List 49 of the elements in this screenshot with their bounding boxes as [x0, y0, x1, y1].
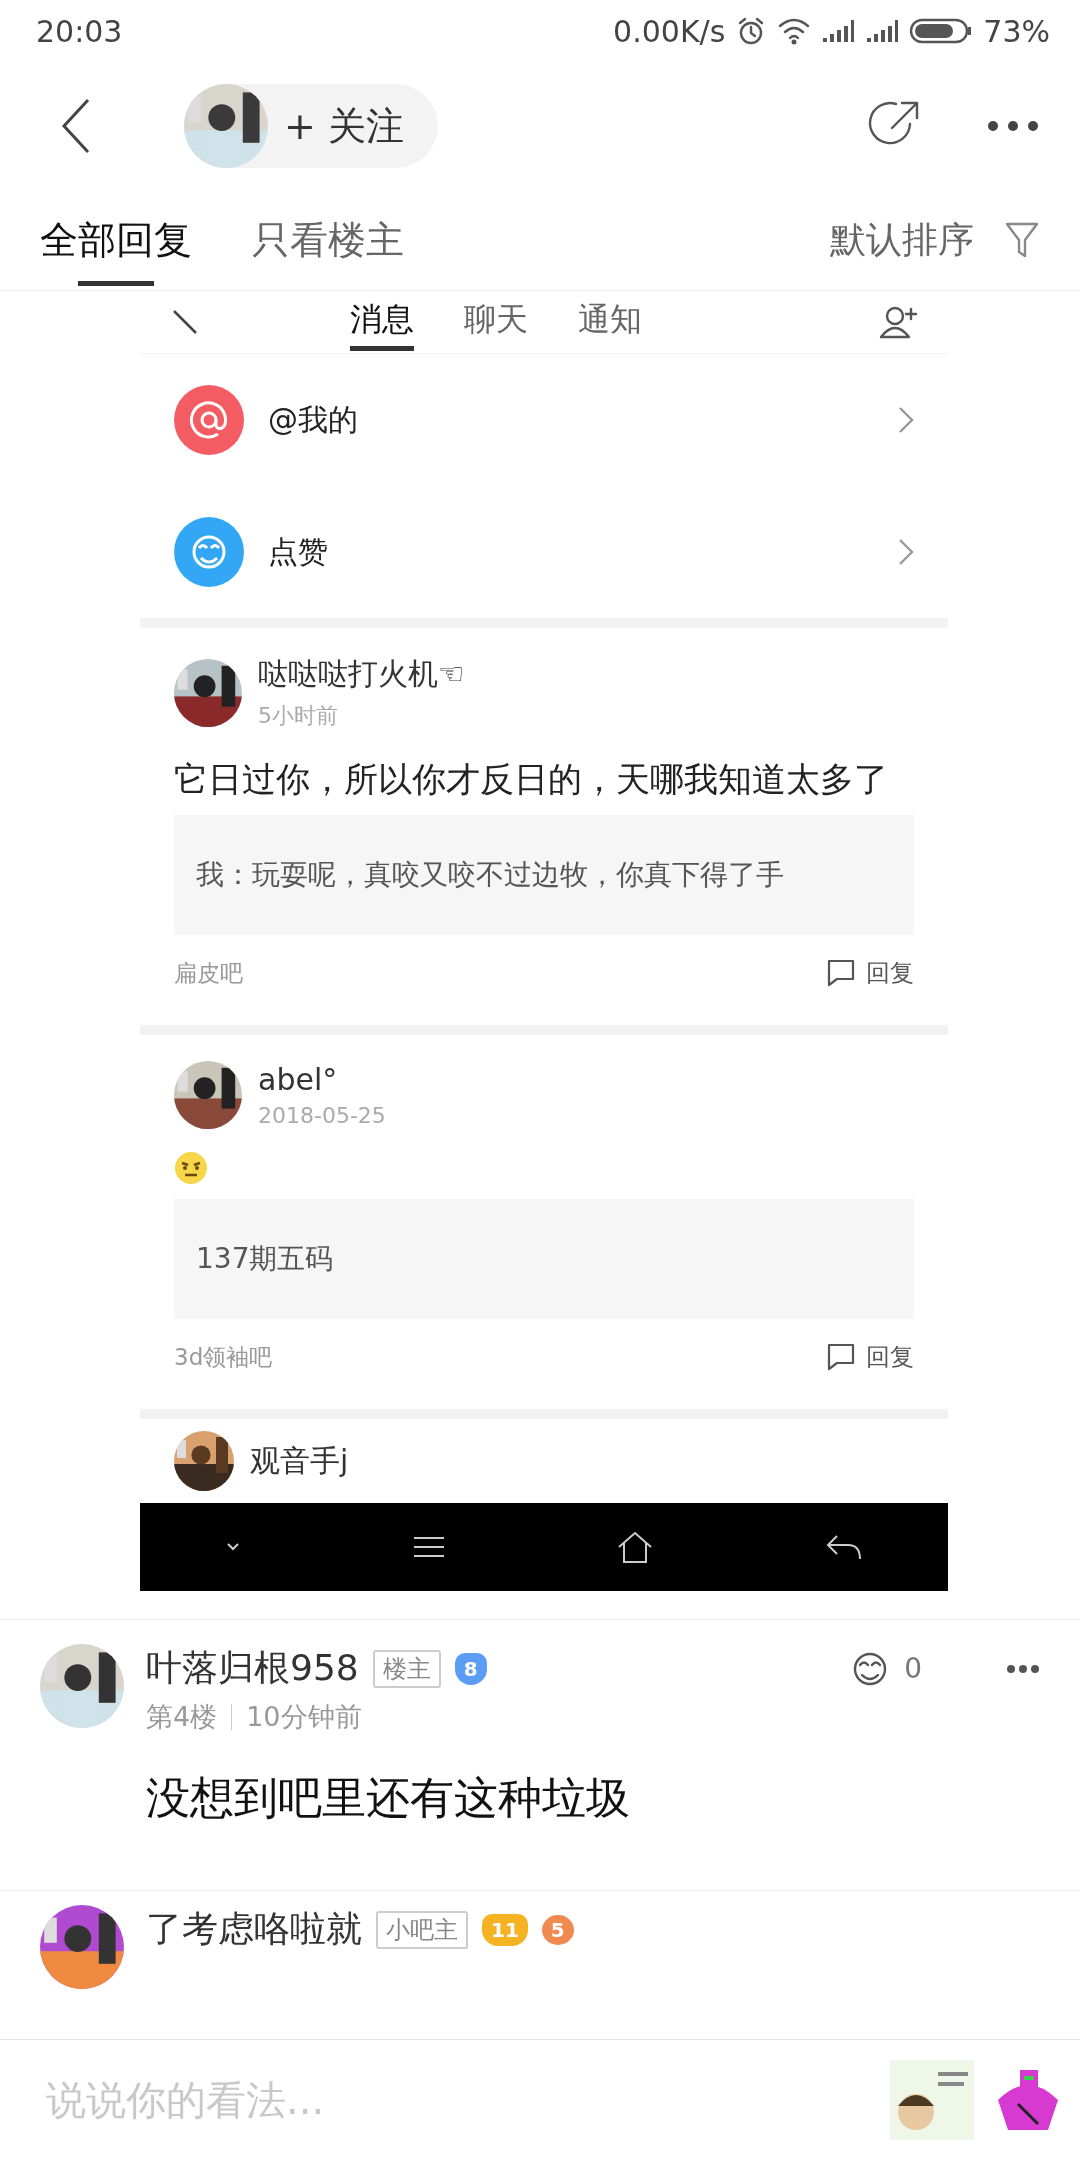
author-name: 观音手j [250, 1441, 349, 1480]
author-name: 了考虑咯啦就 [146, 1907, 362, 1952]
post-time: 10分钟前 [246, 1700, 362, 1735]
floor-number: 第4楼 [146, 1700, 218, 1735]
reply-label: 回复 [866, 958, 914, 990]
role-badge: 小吧主 [376, 1910, 468, 1949]
forum-name: 扁皮吧 [174, 958, 243, 988]
reply-label: 回复 [866, 1342, 914, 1374]
chevron-icon [898, 538, 914, 566]
menu-label: 点赞 [268, 532, 329, 571]
level-badge: 8 [454, 1652, 487, 1685]
quote-text: 137期五码 [196, 1241, 334, 1278]
quote-text: 我：玩耍呢，真咬又咬不过边牧，你真下得了手 [196, 857, 784, 894]
more-icon[interactable] [1006, 1663, 1040, 1674]
signal-icon [821, 18, 856, 44]
filter-icon[interactable] [1004, 220, 1040, 260]
back-arrow-icon [824, 1533, 863, 1562]
network-speed: 0.00K/s [613, 13, 726, 49]
signal-icon [865, 18, 900, 44]
sticker-icon[interactable] [890, 2060, 974, 2140]
chevron-icon [898, 406, 914, 434]
post-time: 2018-05-25 [258, 1103, 386, 1129]
forum-name: 3d领袖吧 [174, 1342, 273, 1372]
like-count: 0 [904, 1652, 922, 1686]
add-friend-icon [878, 305, 918, 339]
medal-badge: 5 [541, 1914, 574, 1945]
emoji-icon [174, 1151, 208, 1186]
battery-icon [909, 17, 974, 45]
battery-percent: 73% [983, 13, 1050, 49]
menu-icon [411, 1535, 446, 1560]
author-name: abel° [258, 1062, 339, 1098]
clock-text: 20:03 [36, 13, 123, 49]
tab-label: 通知 [578, 299, 642, 340]
more-icon[interactable] [986, 119, 1040, 133]
menu-label: @我的 [268, 400, 359, 439]
tab[interactable]: 只看楼主 [252, 190, 404, 290]
author-name: 叶落归根958 [146, 1646, 359, 1691]
post-time: 5小时前 [258, 702, 339, 730]
wifi-icon [777, 16, 812, 46]
post-text: 没想到吧里还有这种垃圾 [146, 1771, 631, 1826]
level-badge: 11 [482, 1913, 528, 1946]
follow-button[interactable]: + 关注 [184, 84, 438, 168]
tab-label: 聊天 [464, 299, 528, 340]
role-badge: 楼主 [372, 1649, 441, 1688]
sort-button[interactable]: 默认排序 [830, 215, 974, 265]
comment-icon [826, 958, 856, 989]
author-name: 哒哒哒打火机☜ [258, 655, 465, 693]
comment-icon [826, 1342, 856, 1373]
post-text: 它日过你，所以你才反日的，天哪我知道太多了 [174, 758, 889, 801]
